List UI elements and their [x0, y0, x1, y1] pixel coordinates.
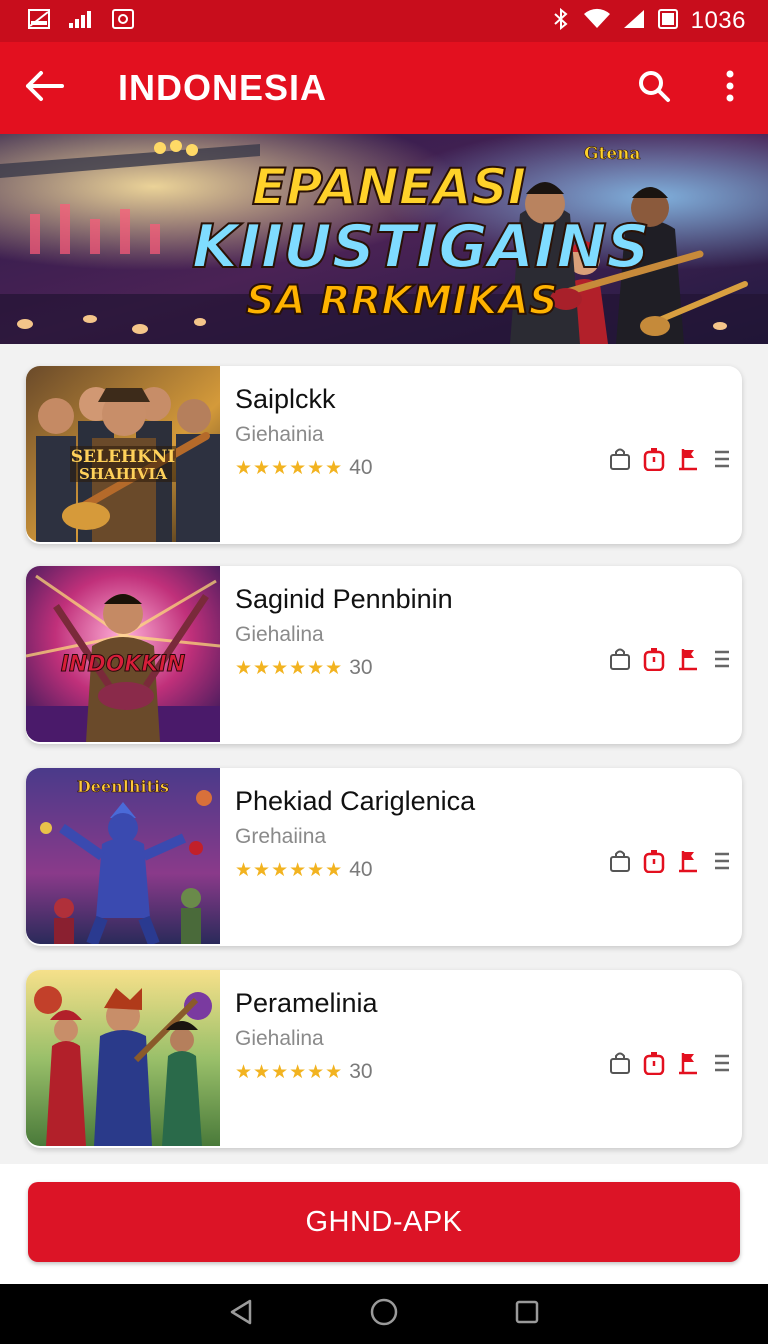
- menu-lines-icon[interactable]: [710, 446, 733, 472]
- game-card[interactable]: Deenlhitis Phekiad Cariglenica Grehaiina…: [26, 768, 742, 946]
- bag-icon[interactable]: [608, 1050, 631, 1076]
- signal-icon: [623, 9, 645, 34]
- game-thumbnail: INDOKKIN: [26, 566, 220, 742]
- timer-icon[interactable]: [642, 1050, 665, 1076]
- game-thumbnail: Deenlhitis: [26, 768, 220, 944]
- bluetooth-icon: [551, 7, 571, 35]
- download-apk-button[interactable]: GHND-APK: [28, 1182, 740, 1262]
- home-circle-icon[interactable]: [369, 1297, 399, 1332]
- app-bar: INDONESIA: [0, 42, 768, 134]
- flag-icon[interactable]: [676, 446, 699, 472]
- rating-stars: ★★★★★★: [235, 457, 344, 479]
- menu-lines-icon[interactable]: [710, 1050, 733, 1076]
- arrow-left-icon: [24, 70, 64, 107]
- recents-square-icon[interactable]: [514, 1299, 540, 1330]
- status-time: 1036: [690, 7, 746, 34]
- game-thumbnail: SELEHKNI SHAHIVIA: [26, 366, 220, 542]
- game-subtitle: Giehainia: [235, 423, 324, 446]
- rating-count: 30: [349, 656, 373, 679]
- signal-icon: [68, 9, 94, 34]
- game-card[interactable]: Peramelinia Giehalina ★★★★★★ 30: [26, 970, 742, 1148]
- system-nav-bar: [0, 1284, 768, 1344]
- svg-text:INDOKKIN: INDOKKIN: [61, 652, 185, 677]
- svg-text:SHAHIVIA: SHAHIVIA: [79, 465, 167, 483]
- rating-stars: ★★★★★★: [235, 859, 344, 881]
- banner-text: EPANEASI KIIUSTIGAINS SA RRKMIKAS Gtena: [0, 134, 768, 344]
- game-rating: ★★★★★★ 40: [235, 456, 373, 480]
- svg-text:Deenlhitis: Deenlhitis: [77, 777, 169, 796]
- game-rating: ★★★★★★ 40: [235, 858, 373, 882]
- search-button[interactable]: [616, 42, 692, 134]
- game-card[interactable]: INDOKKIN Saginid Pennbinin Giehalina ★★★…: [26, 566, 742, 744]
- bag-icon[interactable]: [608, 848, 631, 874]
- card-actions: [608, 446, 733, 472]
- search-icon: [637, 69, 671, 108]
- card-actions: [608, 1050, 733, 1076]
- back-button[interactable]: [0, 42, 90, 134]
- more-options-button[interactable]: [692, 42, 768, 134]
- banner-title-line1: EPANEASI: [251, 157, 527, 217]
- game-thumbnail: [26, 970, 220, 1146]
- photo-icon: [112, 8, 134, 34]
- game-subtitle: Giehalina: [235, 623, 324, 646]
- rating-count: 40: [349, 456, 373, 479]
- status-bar: 1036: [0, 0, 768, 42]
- timer-icon[interactable]: [642, 646, 665, 672]
- rating-stars: ★★★★★★: [235, 657, 344, 679]
- game-title: Saiplckk: [235, 384, 336, 414]
- banner-title-line3: SA RRKMIKAS: [245, 277, 559, 325]
- wifi-icon: [583, 8, 611, 35]
- rating-stars: ★★★★★★: [235, 1061, 344, 1083]
- page-title: INDONESIA: [118, 67, 328, 108]
- bag-icon[interactable]: [608, 646, 631, 672]
- back-triangle-icon[interactable]: [228, 1298, 254, 1331]
- banner-title-line2: KIIUSTIGAINS: [191, 211, 651, 283]
- game-subtitle: Giehalina: [235, 1027, 324, 1050]
- bag-icon[interactable]: [608, 446, 631, 472]
- timer-icon[interactable]: [642, 446, 665, 472]
- flag-icon[interactable]: [676, 1050, 699, 1076]
- timer-icon[interactable]: [642, 848, 665, 874]
- more-vertical-icon: [725, 69, 735, 108]
- game-subtitle: Grehaiina: [235, 825, 327, 848]
- bottom-action-panel: GHND-APK: [0, 1164, 768, 1284]
- game-rating: ★★★★★★ 30: [235, 656, 373, 680]
- game-title: Peramelinia: [235, 988, 378, 1018]
- menu-lines-icon[interactable]: [710, 848, 733, 874]
- flag-icon[interactable]: [676, 646, 699, 672]
- image-icon: [28, 8, 50, 34]
- game-title: Saginid Pennbinin: [235, 584, 453, 614]
- game-title: Phekiad Cariglenica: [235, 786, 476, 816]
- card-actions: [608, 848, 733, 874]
- game-card[interactable]: SELEHKNI SHAHIVIA Saiplckk Giehainia ★★★…: [26, 366, 742, 544]
- rating-count: 40: [349, 858, 373, 881]
- banner-logo: Gtena: [584, 144, 641, 165]
- card-actions: [608, 646, 733, 672]
- menu-lines-icon[interactable]: [710, 646, 733, 672]
- game-rating: ★★★★★★ 30: [235, 1060, 373, 1084]
- rating-count: 30: [349, 1060, 373, 1083]
- flag-icon[interactable]: [676, 848, 699, 874]
- promo-banner[interactable]: EPANEASI KIIUSTIGAINS SA RRKMIKAS Gtena: [0, 134, 768, 344]
- svg-text:SELEHKNI: SELEHKNI: [71, 447, 176, 467]
- battery-icon: [657, 8, 679, 35]
